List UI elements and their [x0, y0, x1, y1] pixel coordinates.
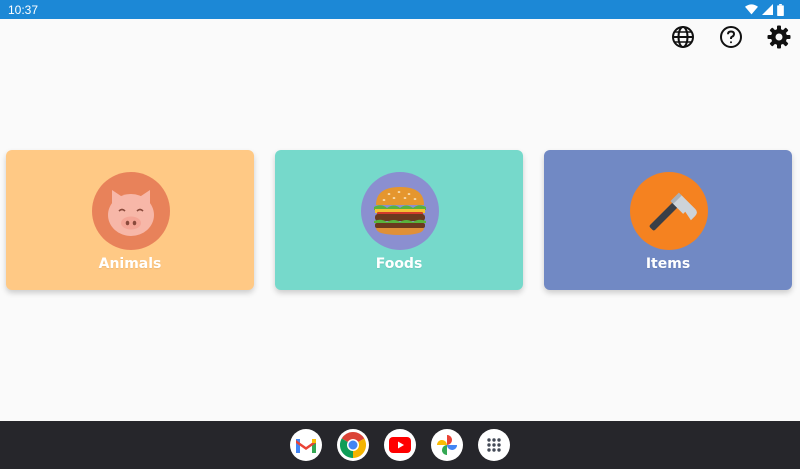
category-card-animals[interactable]: Animals: [6, 150, 254, 290]
status-bar: 10:37: [0, 0, 800, 19]
settings-button[interactable]: [766, 24, 792, 50]
category-label-foods: Foods: [375, 256, 423, 272]
help-button[interactable]: [718, 24, 744, 50]
gmail-app[interactable]: [290, 429, 322, 461]
chrome-app[interactable]: [337, 429, 369, 461]
status-time: 10:37: [8, 2, 39, 17]
taskbar: [0, 421, 800, 469]
globe-icon: [672, 26, 694, 48]
language-button[interactable]: [670, 24, 696, 50]
app-drawer-icon: [487, 438, 501, 452]
category-card-items[interactable]: Items: [544, 150, 792, 290]
photos-icon: [437, 435, 457, 455]
help-icon: [720, 26, 742, 48]
toolbar: [670, 24, 792, 50]
settings-gear-icon: [767, 25, 791, 49]
photos-app[interactable]: [431, 429, 463, 461]
status-icons: [745, 3, 784, 16]
wifi-icon: [745, 4, 758, 15]
hammer-icon: [649, 192, 697, 231]
items-circle: [630, 172, 708, 250]
pig-icon: [108, 190, 154, 236]
app-drawer-button[interactable]: [478, 429, 510, 461]
category-label-animals: Animals: [98, 256, 162, 272]
burger-icon: [374, 187, 426, 235]
signal-icon: [762, 4, 773, 15]
category-label-items: Items: [645, 256, 691, 272]
youtube-icon: [389, 437, 411, 453]
animals-circle: [92, 172, 170, 250]
youtube-app[interactable]: [384, 429, 416, 461]
foods-circle: [361, 172, 439, 250]
gmail-icon: [296, 439, 316, 453]
battery-icon: [777, 3, 784, 16]
category-card-foods[interactable]: Foods: [275, 150, 523, 290]
chrome-icon: [339, 431, 367, 459]
